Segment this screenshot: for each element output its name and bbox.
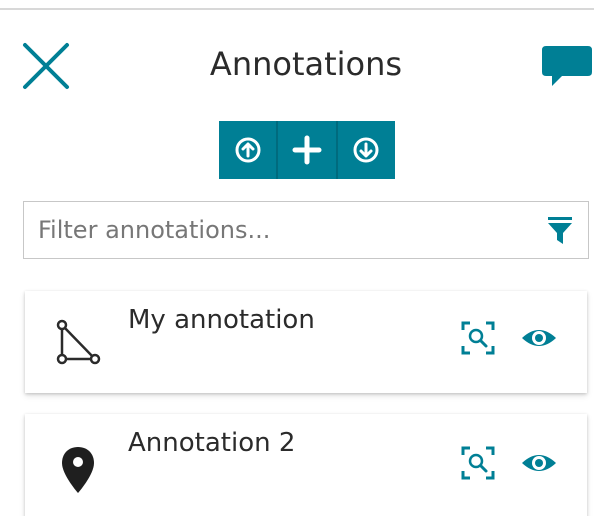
eye-icon	[522, 455, 556, 471]
annotation-label: Annotation 2	[128, 428, 296, 458]
zoom-to-button[interactable]	[460, 320, 496, 356]
polygon-icon	[53, 318, 103, 368]
add-annotation-button[interactable]	[276, 121, 335, 179]
download-arrow-icon	[353, 137, 379, 163]
export-button[interactable]	[335, 121, 395, 179]
zoom-to-icon	[461, 321, 495, 355]
annotation-label: My annotation	[128, 305, 315, 335]
chat-button[interactable]	[540, 42, 594, 90]
upload-arrow-icon	[235, 137, 261, 163]
filter-box	[23, 201, 589, 259]
filter-button[interactable]	[546, 216, 574, 246]
plus-icon	[292, 135, 322, 165]
zoom-to-icon	[461, 446, 495, 480]
filter-input[interactable]	[38, 202, 508, 257]
top-divider	[0, 8, 594, 10]
annotation-list-item[interactable]: My annotation	[25, 291, 587, 393]
close-icon	[23, 43, 69, 89]
visibility-toggle[interactable]	[520, 320, 558, 356]
chat-bubble-icon	[542, 46, 592, 86]
visibility-toggle[interactable]	[520, 445, 558, 481]
panel-title: Annotations	[209, 45, 403, 83]
eye-icon	[522, 330, 556, 346]
zoom-to-button[interactable]	[460, 445, 496, 481]
import-button[interactable]	[219, 121, 276, 179]
map-pin-icon	[53, 445, 103, 495]
filter-funnel-icon	[548, 217, 572, 244]
annotations-panel: Annotations Filter annotations... My ann…	[0, 0, 594, 516]
annotation-list-item[interactable]: Annotation 2	[25, 414, 587, 516]
annotation-toolbar	[219, 121, 395, 179]
close-button[interactable]	[20, 40, 72, 92]
